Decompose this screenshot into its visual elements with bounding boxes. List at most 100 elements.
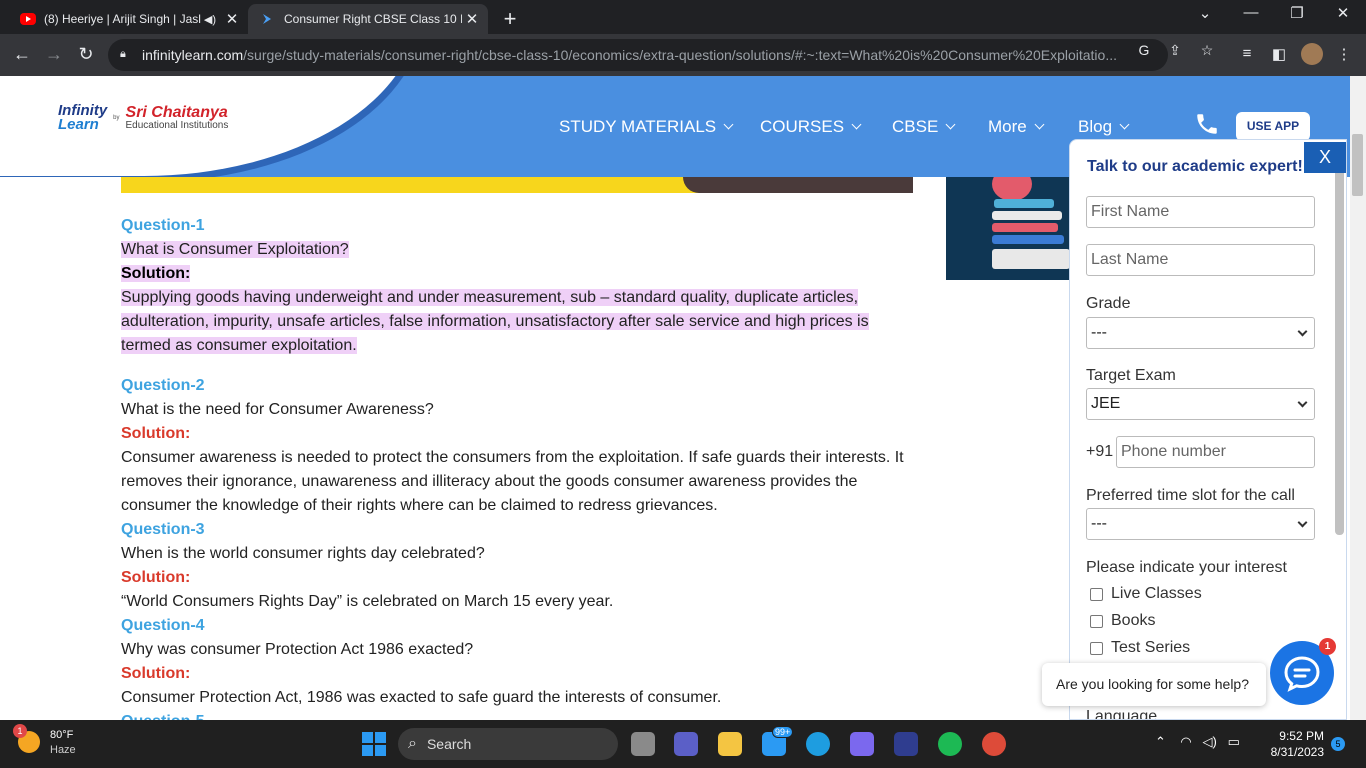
interest-live-classes[interactable]: Live Classes: [1090, 585, 1202, 603]
infinity-learn-logo[interactable]: Infinity Learn by Sri Chaitanya Educatio…: [58, 103, 228, 132]
media-control-icon[interactable]: ≡: [1236, 45, 1258, 62]
article-content: Question-1 What is Consumer Exploitation…: [121, 214, 911, 734]
app-icon[interactable]: [850, 732, 874, 756]
file-explorer-icon[interactable]: [718, 732, 742, 756]
grade-select[interactable]: ---: [1086, 317, 1315, 349]
form-title: Talk to our academic expert!: [1087, 158, 1303, 175]
article-banner-image: [121, 177, 913, 193]
chrome-icon[interactable]: [982, 732, 1006, 756]
url-text[interactable]: infinitylearn.com/surge/study-materials/…: [142, 47, 1132, 63]
sidebar-books-image: [946, 177, 1070, 280]
interest-label: Please indicate your interest: [1086, 559, 1287, 576]
page-scrollbar-thumb[interactable]: [1352, 134, 1363, 196]
tab-consumer-right[interactable]: Consumer Right CBSE Class 10 Ec ✕: [248, 4, 488, 34]
timeslot-value: ---: [1091, 515, 1107, 532]
question-label: Question-3: [121, 521, 205, 538]
solution-label: Solution:: [121, 265, 191, 282]
nav-cbse[interactable]: CBSE: [892, 117, 956, 137]
nav-courses[interactable]: COURSES: [760, 117, 862, 137]
answer-text: Consumer Protection Act, 1986 was exacte…: [121, 689, 722, 706]
share-icon[interactable]: ⇪: [1166, 42, 1184, 59]
timeslot-label: Preferred time slot for the call: [1086, 487, 1295, 504]
banner-photo: [683, 177, 913, 193]
bookmark-star-icon[interactable]: ☆: [1198, 42, 1216, 59]
reload-icon[interactable]: ↻: [74, 44, 98, 65]
taskbar-search[interactable]: ⌕ Search: [398, 728, 618, 760]
nav-more[interactable]: More: [988, 117, 1045, 137]
first-name-field[interactable]: First Name: [1086, 196, 1315, 228]
address-bar[interactable]: 🔒︎ infinitylearn.com/surge/study-materia…: [108, 39, 1168, 71]
checkbox[interactable]: [1090, 587, 1103, 601]
restore-icon[interactable]: ❐: [1282, 4, 1312, 22]
timeslot-select[interactable]: ---: [1086, 508, 1315, 540]
mail-badge: 99+: [772, 726, 794, 738]
spotify-icon[interactable]: [938, 732, 962, 756]
google-lens-icon[interactable]: G: [1135, 42, 1153, 58]
close-form-button[interactable]: X: [1304, 142, 1346, 173]
last-name-field[interactable]: Last Name: [1086, 244, 1315, 276]
help-prompt-bubble[interactable]: Are you looking for some help?: [1042, 663, 1266, 706]
nav-study-materials[interactable]: STUDY MATERIALS: [559, 117, 734, 137]
logo-by-text: by: [113, 115, 120, 121]
interest-test-series[interactable]: Test Series: [1090, 639, 1190, 657]
clock[interactable]: 9:52 PM 8/31/2023: [1264, 728, 1324, 760]
search-icon: ⌕: [408, 735, 417, 752]
tab-search-chevron-icon[interactable]: ⌄: [1190, 4, 1220, 22]
chevron-down-icon: [1297, 517, 1308, 528]
tab-title: (8) Heeriye | Arijit Singh | Jasl: [44, 12, 201, 26]
close-window-icon[interactable]: ✕: [1328, 4, 1358, 22]
mail-icon[interactable]: 99+: [762, 726, 794, 756]
weather-temp: 80°F: [50, 729, 74, 741]
windows-start-icon[interactable]: [362, 732, 386, 756]
infinity-learn-favicon-icon: [263, 14, 271, 24]
menu-dots-icon[interactable]: ⋮: [1333, 45, 1355, 63]
target-exam-value: JEE: [1091, 395, 1121, 412]
form-scrollbar[interactable]: [1335, 160, 1344, 535]
browser-toolbar: ← → ↻ 🔒︎ infinitylearn.com/surge/study-m…: [0, 34, 1366, 76]
book-shape: [994, 199, 1054, 208]
qa-item: Question-3 When is the world consumer ri…: [121, 518, 911, 614]
side-panel-icon[interactable]: ◧: [1268, 45, 1290, 63]
profile-avatar[interactable]: [1301, 43, 1323, 65]
book-shape: [992, 211, 1062, 220]
phone-prefix: +91: [1086, 443, 1114, 460]
chevron-down-icon: [945, 119, 956, 130]
book-shape: [992, 249, 1070, 269]
checkbox[interactable]: [1090, 614, 1103, 628]
answer-text: “World Consumers Rights Day” is celebrat…: [121, 593, 614, 610]
app-icon[interactable]: [894, 732, 918, 756]
nav-blog[interactable]: Blog: [1078, 117, 1130, 137]
lock-icon[interactable]: 🔒︎: [120, 48, 132, 62]
use-app-button[interactable]: USE APP: [1236, 112, 1310, 141]
system-tray[interactable]: ⌃ ◠ ◁) ▭: [1155, 734, 1240, 750]
qa-item: Question-1 What is Consumer Exploitation…: [121, 214, 911, 358]
illustration-figure: [992, 177, 1032, 201]
minimize-icon[interactable]: —: [1236, 4, 1266, 21]
question-label: Question-4: [121, 617, 205, 634]
checkbox-label: Live Classes: [1111, 585, 1202, 602]
checkbox-label: Books: [1111, 612, 1156, 629]
forward-icon[interactable]: →: [42, 44, 66, 65]
audio-playing-icon[interactable]: ◀): [204, 13, 216, 26]
close-tab-icon[interactable]: ✕: [222, 10, 242, 28]
edge-icon[interactable]: [806, 732, 830, 756]
checkbox[interactable]: [1090, 641, 1103, 655]
qa-item: Question-4 Why was consumer Protection A…: [121, 614, 911, 710]
phone-icon[interactable]: [1194, 111, 1220, 137]
tab-youtube[interactable]: (8) Heeriye | Arijit Singh | Jasl ◀) ✕: [8, 4, 248, 34]
interest-books[interactable]: Books: [1090, 612, 1155, 630]
target-exam-select[interactable]: JEE: [1086, 388, 1315, 420]
chevron-down-icon: [1119, 119, 1130, 130]
phone-number-field[interactable]: Phone number: [1116, 436, 1315, 468]
teams-chat-icon[interactable]: [674, 732, 698, 756]
notification-badge[interactable]: 5: [1331, 737, 1345, 751]
grade-label: Grade: [1086, 295, 1131, 312]
new-tab-button[interactable]: +: [498, 6, 522, 32]
back-icon[interactable]: ←: [10, 44, 34, 65]
close-tab-icon[interactable]: ✕: [462, 10, 482, 28]
question-label: Question-1: [121, 217, 205, 234]
clock-date: 8/31/2023: [1270, 745, 1324, 759]
task-view-icon[interactable]: [631, 732, 655, 756]
weather-badge: 1: [13, 724, 27, 738]
weather-widget[interactable]: 1 80°F Haze: [13, 724, 76, 758]
